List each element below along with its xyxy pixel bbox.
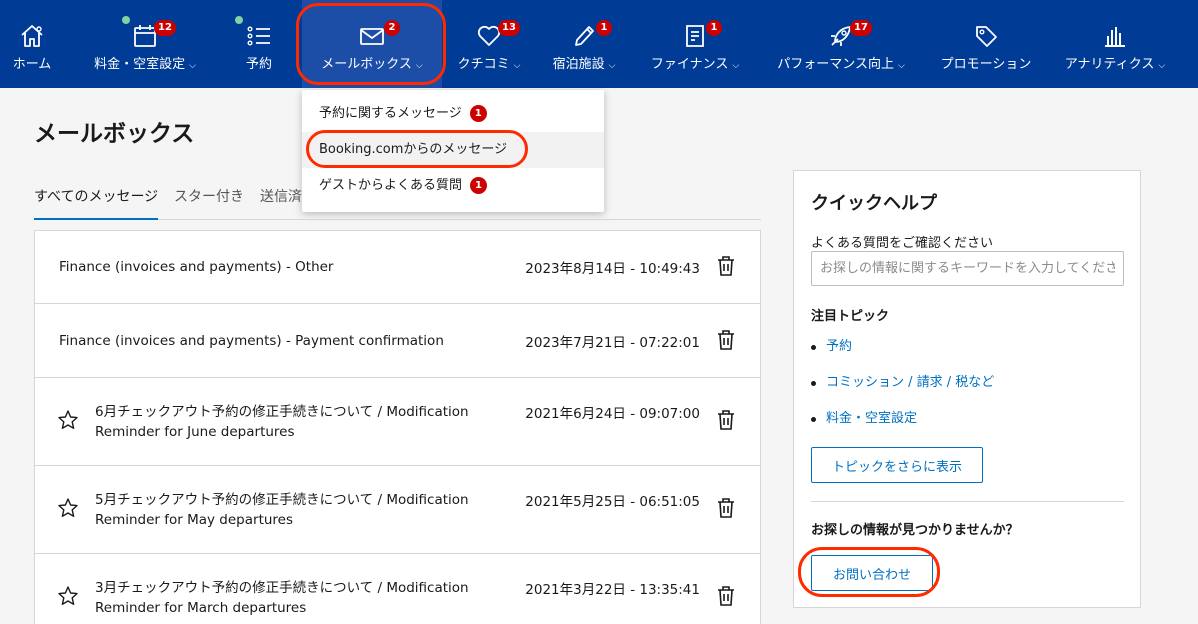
mailbox-tabs: すべてのメッセージ スター付き 送信済 <box>34 172 761 220</box>
message-date: 2021年6月24日 - 09:07:00 <box>525 406 700 422</box>
faq-label: よくある質問をご確認ください <box>811 236 994 251</box>
nav-label-rates: 料金・空室設定 <box>94 57 186 72</box>
message-date: 2023年7月21日 - 07:22:01 <box>525 335 700 351</box>
tab-all-messages[interactable]: すべてのメッセージ <box>34 186 158 206</box>
badge-performance: 17 <box>850 20 872 36</box>
envelope-icon <box>360 28 384 45</box>
featured-topics-list: 予約 コミッション / 請求 / 税など 料金・空室設定 <box>811 337 994 445</box>
tab-starred[interactable]: スター付き <box>174 186 244 206</box>
nav-item-performance[interactable]: 17 パフォーマンス向上 ⌵ <box>766 0 916 88</box>
trash-icon[interactable] <box>716 585 736 607</box>
message-subject-line: 6月チェックアウト予約の修正手続きについて / Modification <box>95 404 469 420</box>
tab-sent[interactable]: 送信済 <box>260 186 302 206</box>
nav-item-reviews[interactable]: 13 クチコミ ⌵ <box>450 0 528 88</box>
trash-icon[interactable] <box>716 329 736 351</box>
message-row[interactable]: 5月チェックアウト予約の修正手続きについて / Modification Rem… <box>35 467 760 554</box>
message-list: Finance (invoices and payments) - Other … <box>34 230 761 624</box>
message-subject: Finance (invoices and payments) - Other <box>59 259 334 275</box>
not-found-text: お探しの情報が見つかりませんか？ <box>811 523 1019 538</box>
nav-label-home: ホーム <box>12 57 52 72</box>
message-date: 2021年5月25日 - 06:51:05 <box>525 494 700 510</box>
nav-item-rates[interactable]: 12 料金・空室設定 ⌵ <box>82 0 208 88</box>
nav-item-promotions[interactable]: プロモーション <box>932 0 1040 88</box>
chevron-down-icon: ⌵ <box>608 61 616 71</box>
document-icon <box>686 25 704 47</box>
message-date: 2023年8月14日 - 10:49:43 <box>525 261 700 277</box>
topic-link-rates[interactable]: 料金・空室設定 <box>811 409 994 445</box>
nav-label-finance: ファイナンス <box>650 57 729 72</box>
message-subject-line: 3月チェックアウト予約の修正手続きについて / Modification <box>95 580 469 596</box>
trash-icon[interactable] <box>716 497 736 519</box>
message-subject: 3月チェックアウト予約の修正手続きについて / Modification Rem… <box>95 578 469 618</box>
quick-help-panel: クイックヘルプ よくある質問をご確認ください 注目トピック 予約 コミッション … <box>793 170 1141 608</box>
nav-item-reservations[interactable]: 予約 <box>230 0 288 88</box>
status-dot <box>235 16 243 24</box>
message-subject: 5月チェックアウト予約の修正手続きについて / Modification Rem… <box>95 490 469 530</box>
star-icon[interactable] <box>57 497 79 519</box>
chevron-down-icon: ⌵ <box>897 61 905 71</box>
bar-chart-icon <box>1105 27 1125 47</box>
nav-item-finance[interactable]: 1 ファイナンス ⌵ <box>640 0 750 88</box>
dropdown-item-label: Booking.comからのメッセージ <box>319 142 508 157</box>
message-date: 2021年3月22日 - 13:35:41 <box>525 582 700 598</box>
badge-property: 1 <box>596 20 612 36</box>
tag-icon <box>976 26 997 47</box>
message-subject: Finance (invoices and payments) - Paymen… <box>59 333 444 349</box>
star-icon[interactable] <box>57 585 79 607</box>
featured-topics-title: 注目トピック <box>811 309 890 324</box>
chevron-down-icon: ⌵ <box>189 61 196 71</box>
nav-item-property[interactable]: 1 宿泊施設 ⌵ <box>544 0 624 88</box>
more-topics-button[interactable]: トピックをさらに表示 <box>811 447 983 483</box>
pencil-icon <box>575 26 594 46</box>
top-navigation: ホーム 12 料金・空室設定 ⌵ 予約 2 メールボックス ⌵ 13 クチコミ ⌵ 1… <box>0 0 1198 88</box>
nav-label-analytics: アナリティクス <box>1064 57 1155 72</box>
message-subject: 6月チェックアウト予約の修正手続きについて / Modification Rem… <box>95 402 469 442</box>
badge-rates: 12 <box>154 20 176 36</box>
list-icon <box>247 26 270 46</box>
home-icon <box>21 25 43 47</box>
badge-mailbox: 2 <box>384 20 400 36</box>
message-subject-line: Reminder for March departures <box>95 600 307 616</box>
nav-item-home[interactable]: ホーム <box>0 0 64 88</box>
nav-label-mailbox: メールボックス <box>321 57 412 72</box>
message-subject-line: 5月チェックアウト予約の修正手続きについて / Modification <box>95 492 469 508</box>
message-subject-line: Reminder for May departures <box>95 512 294 528</box>
message-row[interactable]: Finance (invoices and payments) - Other … <box>35 231 760 304</box>
nav-item-analytics[interactable]: アナリティクス ⌵ <box>1054 0 1176 88</box>
topic-link-commission[interactable]: コミッション / 請求 / 税など <box>811 373 994 409</box>
nav-label-property: 宿泊施設 <box>552 57 605 72</box>
message-row[interactable]: 3月チェックアウト予約の修正手続きについて / Modification Rem… <box>35 555 760 624</box>
status-dot <box>122 16 130 24</box>
topic-link-reservations[interactable]: 予約 <box>811 337 994 373</box>
active-tab-indicator <box>34 218 158 220</box>
chevron-down-icon: ⌵ <box>513 61 521 71</box>
badge-finance: 1 <box>706 20 722 36</box>
nav-label-performance: パフォーマンス向上 <box>777 57 894 72</box>
message-row[interactable]: 6月チェックアウト予約の修正手続きについて / Modification Rem… <box>35 379 760 466</box>
dropdown-badge: 1 <box>469 105 487 122</box>
dropdown-item-reservation-messages[interactable]: 予約に関するメッセージ 1 <box>302 96 604 132</box>
chevron-down-icon: ⌵ <box>1158 61 1166 71</box>
chevron-down-icon: ⌵ <box>415 61 423 71</box>
message-row[interactable]: Finance (invoices and payments) - Paymen… <box>35 305 760 378</box>
trash-icon[interactable] <box>716 255 736 277</box>
star-icon[interactable] <box>57 409 79 431</box>
nav-item-mailbox[interactable]: 2 メールボックス ⌵ <box>302 0 442 88</box>
faq-search-input[interactable] <box>811 251 1124 286</box>
dropdown-item-booking-messages[interactable]: Booking.comからのメッセージ <box>302 132 604 168</box>
nav-label-reviews: クチコミ <box>457 57 510 72</box>
quick-help-title: クイックヘルプ <box>811 193 937 214</box>
chevron-down-icon: ⌵ <box>732 61 740 71</box>
dropdown-item-label: 予約に関するメッセージ <box>319 106 462 121</box>
contact-button[interactable]: お問い合わせ <box>811 555 933 591</box>
nav-label-promotions: プロモーション <box>940 57 1032 72</box>
badge-reviews: 13 <box>498 20 520 36</box>
page-title: メールボックス <box>34 121 195 147</box>
divider <box>811 501 1124 502</box>
message-subject-line: Reminder for June departures <box>95 424 295 440</box>
trash-icon[interactable] <box>716 409 736 431</box>
nav-label-reservations: 予約 <box>245 57 272 72</box>
